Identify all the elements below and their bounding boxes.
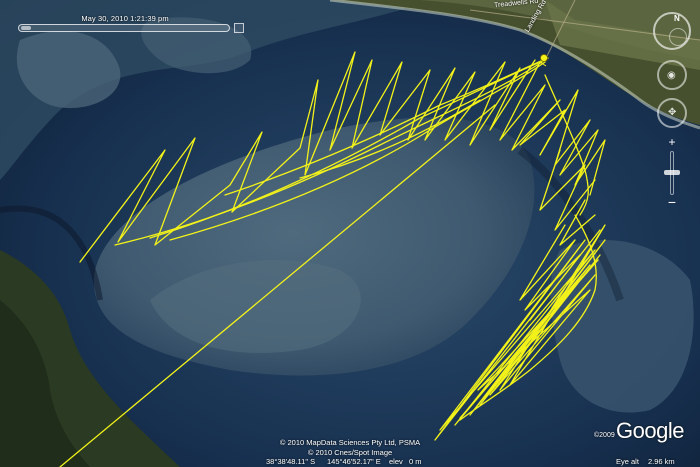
elevation-value: 0 m bbox=[409, 457, 422, 466]
zoom-in-icon[interactable]: + bbox=[666, 136, 678, 148]
time-slider[interactable]: May 30, 2010 1:21:39 pm bbox=[16, 14, 244, 42]
satellite-imagery bbox=[0, 0, 700, 467]
time-slider-track[interactable] bbox=[18, 24, 230, 32]
elevation-label: elev bbox=[389, 457, 403, 466]
eye-altitude-value: 2.96 km bbox=[648, 457, 675, 466]
imagery-attribution: © 2010 MapData Sciences Pty Ltd, PSMA © … bbox=[0, 438, 700, 458]
time-slider-settings[interactable] bbox=[234, 23, 244, 33]
logo-year: ©2009 bbox=[594, 432, 615, 439]
zoom-out-icon[interactable]: − bbox=[666, 195, 678, 209]
google-logo: Google bbox=[616, 418, 684, 443]
latitude-readout: 38°38'48.11" S bbox=[266, 457, 316, 466]
zoom-slider-thumb[interactable] bbox=[664, 170, 680, 175]
time-slider-thumb[interactable] bbox=[21, 26, 31, 30]
eye-icon: ◉ bbox=[667, 70, 676, 81]
satellite-map-view[interactable]: May 30, 2010 1:21:39 pm Treadwells Rd La… bbox=[0, 0, 700, 467]
compass-north-label: N bbox=[674, 14, 680, 23]
navigation-controls: N ◉ ✥ + − bbox=[649, 8, 695, 213]
hand-icon: ✥ bbox=[668, 107, 677, 118]
attribution-line: © 2010 MapData Sciences Pty Ltd, PSMA bbox=[279, 438, 421, 447]
move-joystick-icon[interactable]: ✥ bbox=[657, 98, 687, 128]
look-joystick-icon[interactable]: ◉ bbox=[657, 60, 687, 90]
compass-center[interactable] bbox=[669, 28, 687, 46]
compass-icon[interactable]: N bbox=[653, 12, 691, 50]
timestamp-label: May 30, 2010 1:21:39 pm bbox=[81, 14, 169, 23]
longitude-readout: 145°46'52.17" E bbox=[327, 457, 381, 466]
status-bar: 38°38'48.11" S 145°46'52.17" E elev 0 m … bbox=[0, 456, 700, 467]
eye-altitude-label: Eye alt bbox=[616, 457, 639, 466]
